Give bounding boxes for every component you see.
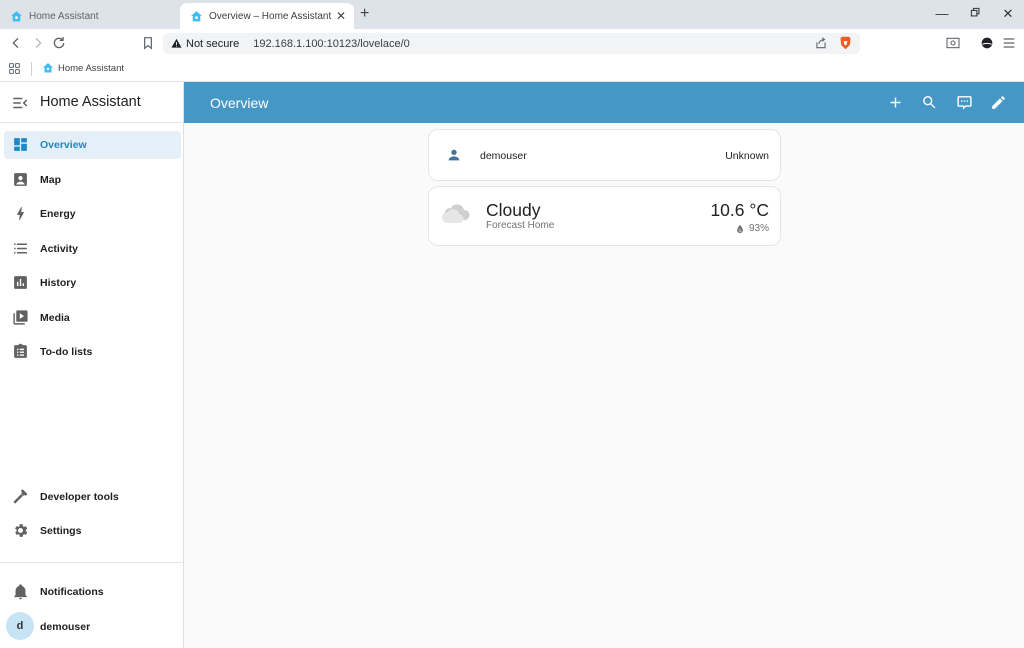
security-label[interactable]: Not secure: [186, 38, 239, 50]
hammer-icon: [13, 489, 28, 504]
reload-icon[interactable]: [51, 35, 67, 51]
address-bar[interactable]: Not secure 192.168.1.100:10123/lovelace/…: [163, 33, 860, 54]
sidebar-item-label: Overview: [40, 139, 87, 151]
person-card[interactable]: demouser Unknown: [428, 129, 781, 181]
avatar: d: [6, 612, 34, 640]
sidebar-item-history[interactable]: History: [4, 269, 181, 297]
search-icon[interactable]: [921, 94, 938, 111]
weather-humidity-value: 93%: [748, 223, 769, 234]
sidebar-header: Home Assistant: [0, 82, 184, 123]
list-icon: [14, 243, 27, 254]
sidebar-item-label: Notifications: [40, 586, 104, 598]
forward-icon[interactable]: [30, 35, 46, 51]
map-icon: [14, 173, 27, 186]
pencil-icon[interactable]: [990, 94, 1007, 111]
account-icon: [448, 149, 460, 161]
dashboard-icon: [14, 138, 27, 151]
sidebar-item-map[interactable]: Map: [4, 166, 181, 194]
weather-humidity: 93%: [735, 223, 769, 234]
home-assistant-favicon-icon: [191, 10, 202, 21]
browser-menu-icon[interactable]: [1001, 35, 1017, 51]
page-title: Overview: [210, 95, 269, 111]
tab-title: Home Assistant: [29, 10, 99, 22]
apps-grid-icon[interactable]: [8, 62, 21, 75]
sidebar: Home Assistant Overview Map Energy Activ…: [0, 82, 184, 648]
menu-collapse-icon[interactable]: [11, 94, 29, 112]
sidebar-item-label: Energy: [40, 208, 76, 220]
sidebar-item-settings[interactable]: Settings: [4, 517, 181, 545]
person-state: Unknown: [725, 150, 769, 162]
app-header: Overview: [184, 82, 1024, 123]
sidebar-item-notifications[interactable]: Notifications: [4, 578, 181, 606]
sidebar-item-label: Developer tools: [40, 491, 119, 503]
minimize-icon[interactable]: —: [934, 6, 950, 22]
sidebar-item-activity[interactable]: Activity: [4, 235, 181, 263]
browser-tabstrip: Home Assistant Overview – Home Assistant…: [0, 0, 1024, 29]
browser-tab[interactable]: Home Assistant: [0, 3, 178, 29]
play-box-multiple-icon: [13, 310, 28, 325]
home-assistant-favicon-icon: [11, 10, 22, 21]
weather-condition: Cloudy: [486, 200, 541, 220]
tab-close-icon[interactable]: ✕: [336, 9, 346, 23]
plus-icon[interactable]: [887, 94, 904, 111]
sidebar-item-user[interactable]: d demouser: [4, 612, 181, 641]
sidebar-item-label: To-do lists: [40, 346, 93, 358]
sidebar-item-developer-tools[interactable]: Developer tools: [4, 483, 181, 511]
sidebar-title: Home Assistant: [40, 94, 141, 110]
cog-icon: [15, 524, 28, 537]
browser-tab-active[interactable]: Overview – Home Assistant ✕: [180, 3, 354, 29]
bookmarks-divider: [31, 62, 32, 76]
new-tab-icon[interactable]: +: [360, 6, 369, 22]
sidebar-item-label: History: [40, 277, 77, 289]
warning-icon: [171, 38, 182, 48]
bookmark-home-assistant[interactable]: Home Assistant: [42, 62, 124, 74]
sidebar-divider: [0, 562, 184, 563]
sidebar-item-media[interactable]: Media: [4, 304, 181, 332]
assist-icon[interactable]: [956, 94, 973, 111]
home-assistant-favicon-icon: [43, 63, 53, 73]
browser-toolbar: Not secure 192.168.1.100:10123/lovelace/…: [0, 29, 1024, 58]
weather-temperature: 10.6 °C: [710, 200, 769, 220]
water-percent-icon: [737, 224, 743, 233]
bell-icon: [14, 584, 27, 600]
url-text[interactable]: 192.168.1.100:10123/lovelace/0: [253, 38, 410, 50]
sidebar-item-todo-lists[interactable]: To-do lists: [4, 338, 181, 366]
sidebar-item-overview[interactable]: Overview: [4, 131, 181, 159]
clipboard-list-icon: [14, 343, 27, 358]
sidebar-item-label: Map: [40, 174, 61, 186]
bookmarks-bar: Home Assistant: [0, 58, 1024, 82]
weather-forecast-card[interactable]: Cloudy Forecast Home 10.6 °C 93%: [428, 186, 781, 246]
close-window-icon[interactable]: ✕: [1000, 6, 1016, 22]
restore-icon[interactable]: [967, 6, 983, 22]
sidebar-item-label: Activity: [40, 243, 78, 255]
tab-title: Overview – Home Assistant: [209, 10, 332, 22]
weather-cloudy-icon: [441, 204, 470, 223]
back-icon[interactable]: [8, 35, 24, 51]
bookmark-icon[interactable]: [140, 35, 156, 51]
bookmark-label: Home Assistant: [58, 62, 124, 74]
sidebar-item-label: Settings: [40, 525, 82, 537]
person-name: demouser: [480, 150, 527, 162]
weather-entity-name: Forecast Home: [486, 220, 555, 231]
wallet-icon[interactable]: [979, 35, 995, 51]
brave-shield-icon[interactable]: [838, 35, 853, 51]
sidebar-item-label: Media: [40, 312, 70, 324]
chart-box-icon: [14, 276, 27, 289]
sidebar-item-label: demouser: [40, 621, 91, 633]
share-icon[interactable]: [814, 36, 828, 50]
lightning-bolt-icon: [16, 207, 25, 220]
reader-mode-icon[interactable]: [945, 35, 961, 51]
sidebar-item-energy[interactable]: Energy: [4, 200, 181, 228]
